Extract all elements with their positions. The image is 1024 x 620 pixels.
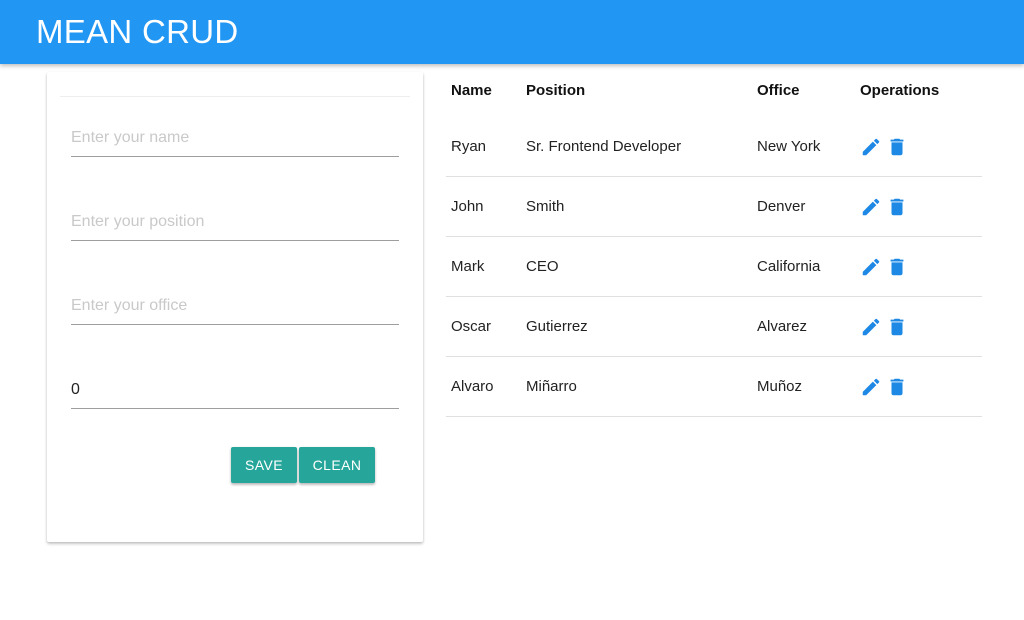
table-row: Alvaro Miñarro Muñoz — [446, 356, 982, 417]
cell-office: Denver — [752, 176, 855, 237]
delete-icon[interactable] — [886, 376, 908, 398]
edit-icon[interactable] — [860, 136, 882, 158]
cell-position: Sr. Frontend Developer — [521, 117, 752, 177]
cell-office: Muñoz — [752, 356, 855, 417]
name-input[interactable] — [71, 120, 399, 157]
cell-position: Miñarro — [521, 356, 752, 417]
save-button[interactable]: SAVE — [231, 447, 297, 483]
cell-operations — [855, 356, 982, 417]
header-position: Position — [526, 82, 586, 99]
cell-name: Oscar — [446, 296, 521, 357]
cell-name: Ryan — [446, 117, 521, 177]
cell-operations — [855, 236, 982, 297]
cell-name: Alvaro — [446, 356, 521, 417]
employees-table-container: Name Position Office Operations Ryan Sr.… — [446, 64, 982, 417]
cell-operations — [855, 117, 982, 177]
delete-icon[interactable] — [886, 136, 908, 158]
employee-form-card: SAVE CLEAN — [47, 72, 423, 542]
position-input[interactable] — [71, 204, 399, 241]
cell-office: California — [752, 236, 855, 297]
cell-position: CEO — [521, 236, 752, 297]
cell-office: New York — [752, 117, 855, 177]
header-name: Name — [451, 82, 492, 99]
cell-name: John — [446, 176, 521, 237]
cell-operations — [855, 176, 982, 237]
delete-icon[interactable] — [886, 316, 908, 338]
table-body: Ryan Sr. Frontend Developer New York Joh… — [446, 117, 982, 417]
delete-icon[interactable] — [886, 196, 908, 218]
cell-position: Gutierrez — [521, 296, 752, 357]
header-operations: Operations — [860, 82, 940, 99]
navbar: MEAN CRUD — [0, 0, 1024, 64]
delete-icon[interactable] — [886, 256, 908, 278]
office-input[interactable] — [71, 288, 399, 325]
salary-input[interactable] — [71, 372, 399, 409]
table-header-row: Name Position Office Operations — [446, 64, 982, 117]
cell-name: Mark — [446, 236, 521, 297]
card-divider — [60, 96, 410, 97]
edit-icon[interactable] — [860, 196, 882, 218]
table-row: John Smith Denver — [446, 176, 982, 237]
table-row: Ryan Sr. Frontend Developer New York — [446, 117, 982, 177]
cell-position: Smith — [521, 176, 752, 237]
table-row: Oscar Gutierrez Alvarez — [446, 296, 982, 357]
employees-table: Name Position Office Operations Ryan Sr.… — [446, 64, 982, 417]
clean-button[interactable]: CLEAN — [299, 447, 375, 483]
edit-icon[interactable] — [860, 316, 882, 338]
cell-office: Alvarez — [752, 296, 855, 357]
header-office: Office — [757, 82, 800, 99]
edit-icon[interactable] — [860, 376, 882, 398]
cell-operations — [855, 296, 982, 357]
app-title[interactable]: MEAN CRUD — [36, 13, 239, 51]
edit-icon[interactable] — [860, 256, 882, 278]
table-row: Mark CEO California — [446, 236, 982, 297]
